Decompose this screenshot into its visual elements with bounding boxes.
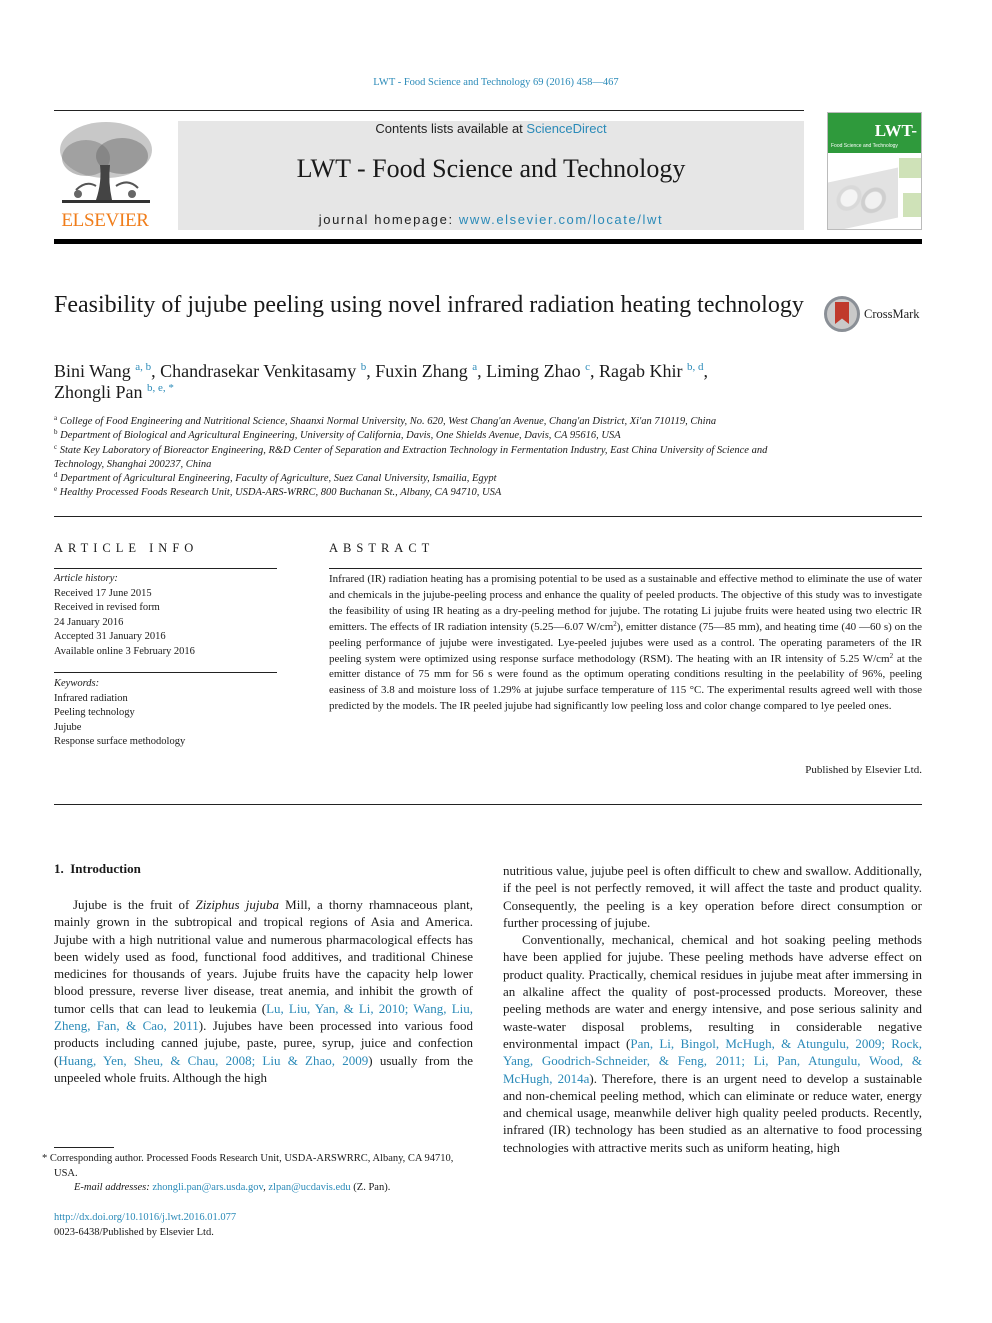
- author-separator: ,: [477, 361, 487, 381]
- author-name[interactable]: Chandrasekar Venkitasamy: [160, 361, 356, 381]
- keywords-rule: [54, 672, 277, 673]
- email-label: E-mail addresses:: [74, 1182, 150, 1194]
- citation-link[interactable]: Huang, Yen, Sheu, & Chau, 2008; Liu & Zh…: [58, 1053, 368, 1068]
- abstract-rule: [329, 568, 922, 569]
- affiliation-key: a: [54, 414, 58, 422]
- affiliation-list: a College of Food Engineering and Nutrit…: [54, 415, 814, 501]
- email-link[interactable]: zhongli.pan@ars.usda.gov: [152, 1182, 263, 1193]
- keyword-item: Peeling technology: [54, 707, 135, 719]
- crossmark-badge[interactable]: CrossMark: [824, 296, 924, 334]
- abstract-heading: ABSTRACT: [329, 541, 435, 555]
- journal-title: LWT - Food Science and Technology: [296, 154, 686, 183]
- affiliation-marker[interactable]: b, e, *: [147, 382, 174, 394]
- cover-image: [828, 167, 898, 229]
- journal-masthead: Contents lists available at ScienceDirec…: [178, 121, 804, 230]
- abstract-text: Infrared (IR) radiation heating has a pr…: [329, 572, 922, 715]
- author-name[interactable]: Ragab Khir: [599, 361, 682, 381]
- species-name: Ziziphus jujuba: [195, 897, 279, 912]
- affiliation-text: College of Food Engineering and Nutritio…: [59, 416, 717, 427]
- affiliation-item: c State Key Laboratory of Bioreactor Eng…: [54, 442, 814, 473]
- footnote-rule: [54, 1147, 114, 1148]
- author-separator: ,: [366, 361, 376, 381]
- paragraph: Jujube is the fruit of Ziziphus jujuba M…: [54, 896, 473, 1086]
- keywords: Keywords: Infrared radiation Peeling tec…: [54, 677, 284, 750]
- text: Jujube is the fruit of: [73, 897, 196, 912]
- author-name[interactable]: Fuxin Zhang: [375, 361, 468, 381]
- section-rule: [54, 516, 922, 517]
- paragraph: nutritious value, jujube peel is often d…: [503, 863, 922, 930]
- affiliation-key: e: [54, 485, 58, 494]
- affiliation-item: b Department of Biological and Agricultu…: [54, 429, 814, 443]
- author-name[interactable]: Liming Zhao: [486, 361, 580, 381]
- text: (Z. Pan).: [350, 1182, 391, 1194]
- elsevier-logo[interactable]: ELSEVIER: [54, 120, 156, 232]
- article-info-heading: ARTICLE INFO: [54, 541, 199, 555]
- keyword-item: Infrared radiation: [54, 692, 128, 704]
- header-thick-rule: [54, 239, 922, 244]
- footnote-text: Corresponding author. Processed Foods Re…: [47, 1153, 454, 1179]
- affiliation-key: d: [54, 471, 58, 480]
- author-name[interactable]: Bini Wang: [54, 361, 131, 381]
- author-separator: ,: [590, 361, 600, 381]
- footnote-marker: *: [42, 1153, 48, 1164]
- abstract-published-note: Published by Elsevier Ltd.: [805, 764, 922, 776]
- affiliation-marker[interactable]: b, d: [687, 361, 704, 373]
- abstract-bottom-rule: [54, 804, 922, 805]
- paragraph: Conventionally, mechanical, chemical and…: [503, 931, 922, 1156]
- affiliation-item: e Healthy Processed Foods Research Unit,…: [54, 486, 814, 500]
- author-name[interactable]: Zhongli Pan: [54, 382, 143, 402]
- journal-cover-thumbnail[interactable]: LWT- Food Science and Technology: [827, 112, 922, 230]
- history-item: Received 17 June 2015: [54, 587, 152, 599]
- text: Mill, a thorny rhamnaceous plant, mainly…: [54, 897, 473, 1016]
- affiliation-text: Department of Biological and Agricultura…: [60, 430, 621, 442]
- cover-decoration: [899, 158, 921, 178]
- article-history: Article history: Received 17 June 2015 R…: [54, 572, 284, 660]
- contents-line: Contents lists available at ScienceDirec…: [178, 121, 804, 137]
- homepage-link[interactable]: www.elsevier.com/locate/lwt: [459, 212, 663, 227]
- history-item: Received in revised form: [54, 602, 160, 614]
- email-link[interactable]: zlpan@ucdavis.edu: [268, 1182, 350, 1193]
- doi-link[interactable]: http://dx.doi.org/10.1016/j.lwt.2016.01.…: [54, 1212, 236, 1223]
- article-history-label: Article history:: [54, 573, 118, 584]
- affiliation-text: Healthy Processed Foods Research Unit, U…: [59, 487, 502, 499]
- affiliation-item: a College of Food Engineering and Nutrit…: [54, 415, 814, 429]
- running-head[interactable]: LWT - Food Science and Technology 69 (20…: [0, 77, 992, 88]
- keywords-label: Keywords:: [54, 678, 100, 689]
- cover-title: LWT-: [874, 121, 917, 140]
- author-separator: ,: [151, 361, 161, 381]
- affiliation-text: State Key Laboratory of Bioreactor Engin…: [54, 444, 768, 470]
- journal-homepage: journal homepage: www.elsevier.com/locat…: [178, 212, 804, 227]
- history-item: Accepted 31 January 2016: [54, 631, 166, 643]
- text: Conventionally, mechanical, chemical and…: [503, 932, 922, 1051]
- issn-line: 0023-6438/Published by Elsevier Ltd.: [54, 1226, 214, 1238]
- email-line: E-mail addresses: zhongli.pan@ars.usda.g…: [54, 1181, 473, 1196]
- homepage-prefix: journal homepage:: [318, 212, 459, 227]
- crossmark-label: CrossMark: [864, 307, 920, 321]
- corresponding-author-footnote: * Corresponding author. Processed Foods …: [42, 1152, 473, 1196]
- article-info-rule: [54, 568, 277, 569]
- section-heading-introduction: 1. Introduction: [54, 861, 141, 876]
- body-column-right: nutritious value, jujube peel is often d…: [503, 862, 922, 1156]
- article-title: Feasibility of jujube peeling using nove…: [54, 292, 804, 318]
- affiliation-text: Department of Agricultural Engineering, …: [60, 473, 497, 485]
- body-column-left: Jujube is the fruit of Ziziphus jujuba M…: [54, 896, 473, 1086]
- keyword-item: Response surface methodology: [54, 736, 186, 748]
- affiliation-marker[interactable]: a, b: [135, 361, 151, 373]
- elsevier-wordmark: ELSEVIER: [61, 210, 149, 231]
- keyword-item: Jujube: [54, 721, 82, 733]
- doi-block: http://dx.doi.org/10.1016/j.lwt.2016.01.…: [54, 1211, 236, 1240]
- contents-prefix: Contents lists available at: [375, 121, 527, 136]
- affiliation-item: d Department of Agricultural Engineering…: [54, 472, 814, 486]
- author-separator: ,: [703, 361, 709, 381]
- elsevier-tree-icon: [56, 120, 154, 210]
- affiliation-key: c: [54, 442, 58, 451]
- sciencedirect-link[interactable]: ScienceDirect: [526, 121, 606, 136]
- history-item: 24 January 2016: [54, 616, 124, 628]
- author-list: Bini Wang a, b, Chandrasekar Venkitasamy…: [54, 361, 814, 403]
- cover-decoration: [903, 193, 921, 217]
- affiliation-key: b: [54, 428, 58, 437]
- top-rule: [54, 110, 804, 111]
- history-item: Available online 3 February 2016: [54, 645, 195, 657]
- cover-subtitle: Food Science and Technology: [831, 143, 898, 149]
